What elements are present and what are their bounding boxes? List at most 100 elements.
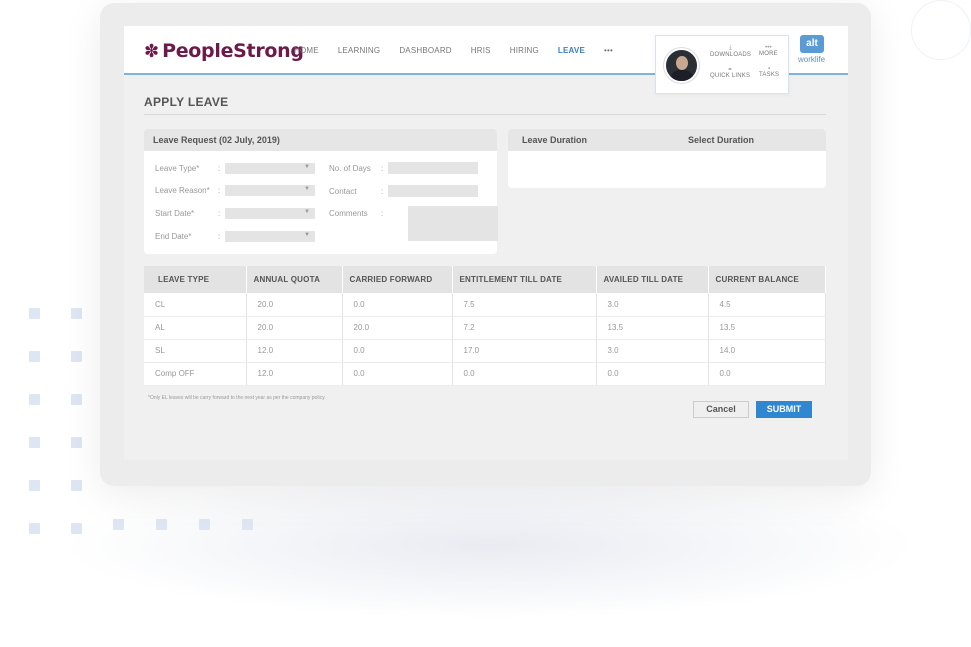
contact-label: Contact (329, 187, 357, 196)
table-cell: 4.5 (708, 293, 826, 317)
chevron-down-icon: ▼ (304, 186, 310, 192)
decorative-dot (29, 437, 40, 448)
leave-type-select[interactable]: ▼ (225, 163, 315, 174)
carry-forward-note: *Only EL leaves will be carry forward to… (148, 395, 326, 401)
table-cell: 0.0 (708, 362, 826, 386)
quick-links-link[interactable]: ⚭ QUICK LINKS (710, 66, 750, 79)
table-cell: 0.0 (342, 293, 453, 317)
logo-wordmark: PeopleStrong (162, 40, 304, 62)
logo-flower-icon: ✽ (144, 41, 160, 61)
table-cell: 0.0 (342, 362, 453, 386)
peoplestrong-logo[interactable]: ✽ PeopleStrong (144, 40, 304, 62)
downloads-label: DOWNLOADS (710, 52, 752, 58)
cancel-button[interactable]: Cancel (693, 401, 749, 418)
table-cell: CL (144, 293, 247, 317)
title-divider (144, 114, 826, 115)
table-header-row: LEAVE TYPE ANNUAL QUOTA CARRIED FORWARD … (144, 266, 826, 293)
decorative-dot (71, 308, 82, 319)
nav-learning[interactable]: LEARNING (338, 46, 381, 55)
nav-hris[interactable]: HRIS (471, 46, 491, 55)
colon: : (218, 186, 221, 195)
nav-leave[interactable]: LEAVE (558, 46, 585, 55)
table-row: Comp OFF 12.0 0.0 0.0 0.0 0.0 (144, 362, 826, 386)
quick-links-label: QUICK LINKS (710, 73, 751, 79)
decorative-dot (71, 480, 82, 491)
more-label: MORE (759, 51, 778, 57)
select-duration-title[interactable]: Select Duration (688, 129, 754, 151)
table-cell: 0.0 (342, 339, 453, 363)
table-row: SL 12.0 0.0 17.0 3.0 14.0 (144, 339, 826, 363)
decorative-circle (911, 0, 971, 60)
table-cell: 12.0 (246, 339, 343, 363)
decorative-dot (29, 308, 40, 319)
decorative-dot (113, 519, 124, 530)
decorative-dot (29, 523, 40, 534)
table-row: AL 20.0 20.0 7.2 13.5 13.5 (144, 316, 826, 340)
nav-home[interactable]: HOME (294, 46, 319, 55)
table-cell: 0.0 (596, 362, 709, 386)
start-date-select[interactable]: ▼ (225, 208, 315, 219)
nav-more-dots[interactable]: ••• (604, 46, 613, 55)
leave-balance-table: LEAVE TYPE ANNUAL QUOTA CARRIED FORWARD … (144, 266, 826, 386)
colon: : (218, 232, 221, 241)
comments-label: Comments (329, 209, 368, 218)
decorative-dot (71, 437, 82, 448)
table-cell: 13.5 (708, 316, 826, 340)
decorative-dot (242, 519, 253, 530)
decorative-dot (199, 519, 210, 530)
avatar-face-shape (676, 56, 688, 70)
page-title: APPLY LEAVE (144, 95, 229, 109)
table-cell: 7.5 (452, 293, 597, 317)
leave-request-panel: Leave Request (02 July, 2019) Leave Type… (144, 129, 498, 254)
table-cell: SL (144, 339, 247, 363)
downloads-link[interactable]: ⤓ DOWNLOADS (710, 45, 751, 58)
download-icon: ⤓ (729, 45, 732, 51)
colon: : (218, 164, 221, 173)
colon: : (218, 209, 221, 218)
table-cell: 3.0 (596, 293, 709, 317)
col-current-balance: CURRENT BALANCE (708, 266, 826, 293)
tasks-link[interactable]: ▪ TASKS (759, 66, 779, 78)
chevron-down-icon: ▼ (304, 164, 310, 170)
colon: : (381, 164, 384, 173)
avatar[interactable] (664, 48, 699, 83)
app-screen: ✽ PeopleStrong HOME LEARNING DASHBOARD H… (124, 26, 848, 460)
col-entitlement: ENTITLEMENT TILL DATE (452, 266, 597, 293)
no-of-days-label: No. of Days (329, 164, 371, 173)
leave-duration-heading: Leave Duration Select Duration (508, 129, 826, 151)
start-date-label: Start Date* (155, 209, 195, 218)
link-icon: ⚭ (727, 67, 733, 73)
leave-type-label: Leave Type* (155, 164, 200, 173)
table-cell: Comp OFF (144, 362, 247, 386)
contact-field[interactable] (388, 185, 478, 197)
decorative-dot (29, 394, 40, 405)
page-stage: ✽ PeopleStrong HOME LEARNING DASHBOARD H… (0, 0, 971, 647)
more-link[interactable]: ••• MORE (759, 45, 778, 57)
comments-textarea[interactable] (408, 206, 498, 241)
table-cell: 12.0 (246, 362, 343, 386)
colon: : (381, 209, 384, 218)
table-cell: 20.0 (246, 316, 343, 340)
table-cell: 0.0 (452, 362, 597, 386)
nav-dashboard[interactable]: DASHBOARD (399, 46, 451, 55)
end-date-select[interactable]: ▼ (225, 231, 315, 242)
table-row: CL 20.0 0.0 7.5 3.0 4.5 (144, 293, 826, 317)
alt-worklife-badge[interactable]: alt (800, 35, 824, 53)
table-cell: 20.0 (342, 316, 453, 340)
submit-button[interactable]: SUBMIT (756, 401, 812, 418)
col-annual-quota: ANNUAL QUOTA (246, 266, 343, 293)
no-of-days-field[interactable] (388, 162, 478, 174)
nav-hiring[interactable]: HIRING (510, 46, 539, 55)
decorative-dot (71, 523, 82, 534)
chevron-down-icon: ▼ (304, 232, 310, 238)
alt-worklife-label: worklife (798, 55, 826, 64)
leave-reason-select[interactable]: ▼ (225, 185, 315, 196)
decorative-dot (71, 351, 82, 362)
decorative-dot (71, 394, 82, 405)
decorative-dot (29, 480, 40, 491)
col-carried-forward: CARRIED FORWARD (342, 266, 453, 293)
table-cell: 20.0 (246, 293, 343, 317)
col-availed: AVAILED TILL DATE (596, 266, 709, 293)
leave-reason-label: Leave Reason* (155, 186, 210, 195)
colon: : (381, 187, 384, 196)
